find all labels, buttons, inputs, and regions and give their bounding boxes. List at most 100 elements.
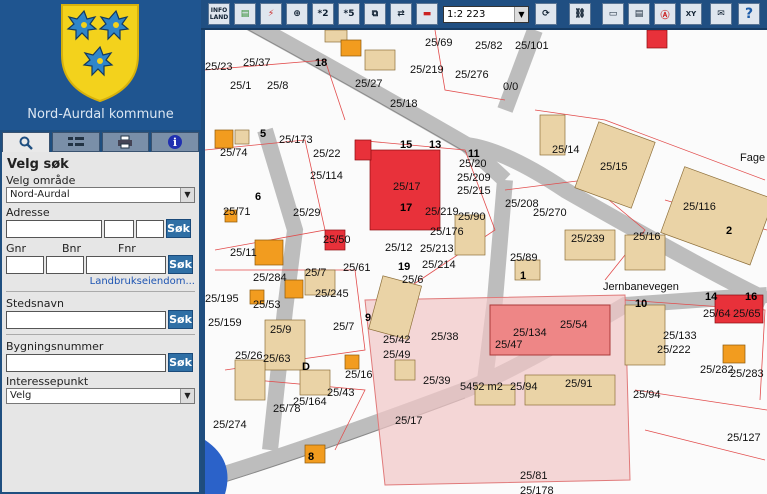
svg-text:25/159: 25/159 <box>208 317 242 329</box>
info-land-button[interactable]: INFO LAND <box>208 3 230 25</box>
svg-text:25/17: 25/17 <box>395 415 423 427</box>
svg-text:25/1: 25/1 <box>230 80 251 92</box>
svg-text:25/49: 25/49 <box>383 349 411 361</box>
link-icon: ⛓ <box>574 9 586 19</box>
svg-text:17: 17 <box>400 202 412 214</box>
place-input[interactable] <box>6 310 166 329</box>
svg-text:25/89: 25/89 <box>510 252 538 264</box>
map-canvas[interactable]: 25/69 25/82 25/101 25/23 25/37 18 25/219 25/2… <box>205 30 767 494</box>
document-button[interactable]: ▤ <box>628 3 650 25</box>
svg-text:25/8: 25/8 <box>267 80 288 92</box>
layers-toggle-button[interactable]: ▤ <box>234 3 256 25</box>
chevron-down-icon: ▼ <box>180 188 194 202</box>
svg-text:6: 6 <box>255 191 261 203</box>
bnr-input[interactable] <box>46 255 84 274</box>
measure-area-button[interactable]: ▭ <box>602 3 624 25</box>
document-icon: ▤ <box>634 9 644 19</box>
layers-stack-icon: ▤ <box>240 9 250 19</box>
info-icon: i <box>168 135 183 149</box>
svg-text:25/94: 25/94 <box>510 381 538 393</box>
building-search-button[interactable]: Søk <box>168 353 193 372</box>
gnr-label: Gnr <box>6 242 27 255</box>
place-label: Stedsnavn <box>6 297 64 310</box>
link-button[interactable]: ⛓ <box>569 3 591 25</box>
svg-text:5: 5 <box>260 128 266 140</box>
zoom-window-button[interactable]: ⧉ <box>364 3 386 25</box>
svg-text:25/213: 25/213 <box>420 243 454 255</box>
tab-info[interactable]: i <box>151 132 199 152</box>
address-letter-input[interactable] <box>136 219 164 238</box>
svg-text:Jernbanevegen: Jernbanevegen <box>603 281 679 293</box>
tab-layers[interactable] <box>51 132 100 152</box>
svg-text:10: 10 <box>635 298 647 310</box>
tab-search[interactable] <box>2 132 50 152</box>
svg-text:25/22: 25/22 <box>313 148 341 160</box>
measure-button[interactable]: ⚡ <box>260 3 282 25</box>
place-search-button[interactable]: Søk <box>168 310 193 329</box>
poi-label: Interessepunkt <box>6 375 89 388</box>
svg-text:25/94: 25/94 <box>633 389 661 401</box>
zoom-5-button[interactable]: *5 <box>338 3 360 25</box>
area-icon: ▭ <box>608 9 618 19</box>
property-search-button[interactable]: Søk <box>168 255 193 274</box>
search-panel: Velg søk Velg område Nord-Aurdal ▼ Adress… <box>2 152 199 492</box>
area-select-value: Nord-Aurdal <box>10 189 70 200</box>
svg-text:i: i <box>173 136 177 149</box>
area-select[interactable]: Nord-Aurdal ▼ <box>6 187 195 203</box>
svg-text:25/116: 25/116 <box>683 201 716 213</box>
svg-text:5452 m2: 5452 m2 <box>460 381 503 393</box>
poi-select-value: Velg <box>10 390 32 401</box>
area-label: Velg område <box>6 174 76 187</box>
tab-print[interactable] <box>101 132 150 152</box>
svg-text:25/23: 25/23 <box>205 61 233 73</box>
svg-text:D: D <box>302 361 310 373</box>
svg-text:25/282: 25/282 <box>700 364 734 376</box>
svg-text:9: 9 <box>365 312 371 324</box>
xy-icon: XY <box>685 10 697 18</box>
svg-text:25/47: 25/47 <box>495 339 523 351</box>
svg-text:25/54: 25/54 <box>560 319 588 331</box>
svg-text:25/208: 25/208 <box>505 198 539 210</box>
refresh-icon: ⟳ <box>542 9 550 19</box>
poi-select[interactable]: Velg ▼ <box>6 388 195 404</box>
scale-tool-button[interactable]: ▬ <box>416 3 438 25</box>
zoom-in-button[interactable]: ⊕ <box>286 3 308 25</box>
help-button[interactable]: ? <box>738 3 760 25</box>
search-title: Velg søk <box>7 157 69 172</box>
zoom-icon: ⊕ <box>293 9 301 19</box>
report-icon: Ⓐ <box>660 10 670 21</box>
address-input[interactable] <box>6 219 102 238</box>
svg-text:25/284: 25/284 <box>253 272 287 284</box>
building-input[interactable] <box>6 353 166 372</box>
svg-text:25/101: 25/101 <box>515 40 549 52</box>
address-search-button[interactable]: Søk <box>166 219 191 238</box>
land-property-link[interactable]: Landbrukseiendom... <box>6 276 195 289</box>
help-icon: ? <box>744 6 754 22</box>
email-button[interactable]: ✉ <box>710 3 732 25</box>
svg-text:25/222: 25/222 <box>657 344 691 356</box>
coordinate-button[interactable]: XY <box>680 3 702 25</box>
divider <box>6 334 195 335</box>
svg-text:25/245: 25/245 <box>315 288 349 300</box>
svg-text:25/53: 25/53 <box>253 299 281 311</box>
svg-text:25/27: 25/27 <box>355 78 383 90</box>
bnr-label: Bnr <box>62 242 82 255</box>
fnr-input[interactable] <box>86 255 166 274</box>
map-view[interactable]: 25/69 25/82 25/101 25/23 25/37 18 25/219 25/2… <box>205 30 767 494</box>
svg-text:25/6: 25/6 <box>402 274 423 286</box>
divider <box>6 291 195 292</box>
zoom-2-button[interactable]: *2 <box>312 3 334 25</box>
report-button[interactable]: Ⓐ <box>654 3 676 25</box>
pan-button[interactable]: ⇄ <box>390 3 412 25</box>
svg-text:25/219: 25/219 <box>425 206 459 218</box>
panel-tabs: i <box>2 132 199 152</box>
gnr-input[interactable] <box>6 255 44 274</box>
scale-select[interactable]: 1:2 223 ▼ <box>443 6 529 23</box>
svg-text:25/283: 25/283 <box>730 368 764 380</box>
ruler-icon: ⚡ <box>267 9 275 19</box>
address-number-input[interactable] <box>104 219 134 238</box>
refresh-button[interactable]: ⟳ <box>535 3 557 25</box>
mail-icon: ✉ <box>717 9 725 19</box>
svg-text:25/195: 25/195 <box>205 293 239 305</box>
info-land-label: INFO LAND <box>209 7 229 21</box>
